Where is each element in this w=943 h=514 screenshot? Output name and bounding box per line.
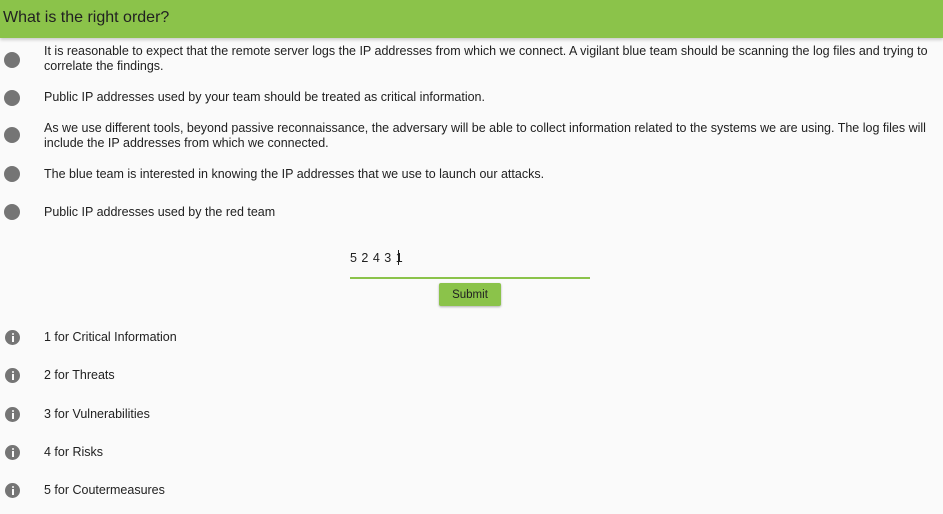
list-item: As we use different tools, beyond passiv… [0,119,943,153]
list-item: The blue team is interested in knowing t… [0,165,943,185]
info-icon [5,445,20,460]
hint-item: 4 for Risks [0,444,943,462]
info-icon [5,483,20,498]
bullet-icon [4,204,20,220]
info-icon [5,368,20,383]
item-text: As we use different tools, beyond passiv… [44,121,926,150]
item-text: The blue team is interested in knowing t… [44,167,545,181]
item-text: Public IP addresses used by the red team [44,205,276,219]
bullet-icon [4,166,20,182]
answer-input[interactable] [350,246,588,270]
bullet-icon [4,90,20,106]
bullet-icon [4,52,20,68]
hint-item: 3 for Vulnerabilities [0,406,943,424]
item-text: Public IP addresses used by your team sh… [44,90,485,104]
hint-text: 1 for Critical Information [44,330,177,344]
info-icon [5,407,20,422]
question-header: What is the right order? [0,0,943,38]
info-icon [5,330,20,345]
list-item: Public IP addresses used by the red team [0,203,943,223]
item-text: It is reasonable to expect that the remo… [44,44,928,73]
hint-text: 3 for Vulnerabilities [44,407,150,421]
hint-item: 2 for Threats [0,367,943,385]
hint-text: 4 for Risks [44,445,104,459]
list-item: Public IP addresses used by your team sh… [0,88,943,108]
question-title: What is the right order? [3,9,170,26]
text-caret [398,250,399,265]
submit-button[interactable]: Submit [439,283,501,306]
bullet-icon [4,127,20,143]
hint-text: 5 for Coutermeasures [44,483,165,497]
answer-field[interactable] [350,246,590,279]
list-item: It is reasonable to expect that the remo… [0,42,943,76]
hint-text: 2 for Threats [44,368,115,382]
hint-item: 5 for Coutermeasures [0,482,943,500]
hint-item: 1 for Critical Information [0,329,943,347]
